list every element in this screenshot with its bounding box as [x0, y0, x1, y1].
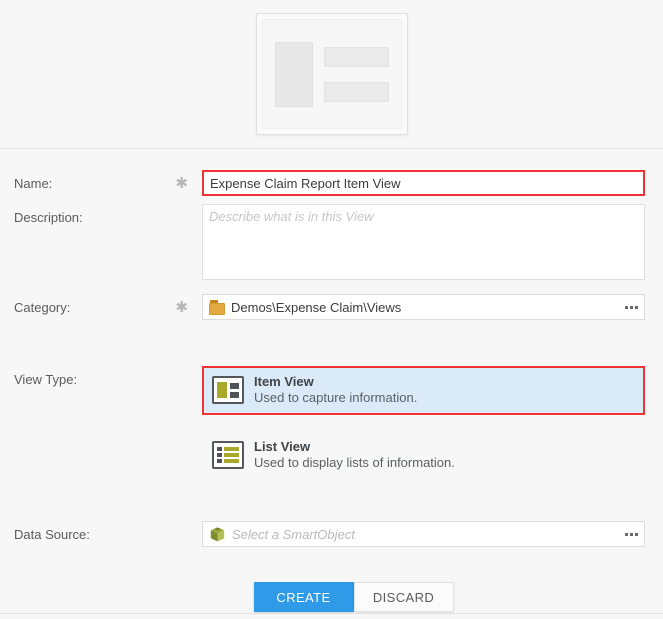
data-source-field-cell: Select a SmartObject	[202, 521, 645, 547]
description-label: Description:	[14, 210, 83, 225]
category-label: Category:	[14, 300, 70, 315]
form-action-bar: CREATE DISCARD	[0, 582, 663, 612]
data-source-label: Data Source:	[14, 527, 90, 542]
description-label-cell: Description:	[14, 204, 202, 229]
list-view-text: List View Used to display lists of infor…	[254, 439, 455, 472]
create-view-form: Name: ✱ Description: Category: ✱ Demos\E…	[0, 170, 663, 612]
folder-icon	[209, 300, 225, 315]
item-view-description: Used to capture information.	[254, 390, 417, 406]
name-label-cell: Name: ✱	[14, 170, 202, 195]
form-row-category: Category: ✱ Demos\Expense Claim\Views	[0, 294, 663, 320]
item-view-icon	[212, 376, 244, 404]
discard-button[interactable]: DISCARD	[354, 582, 454, 612]
data-source-browse-button[interactable]	[620, 523, 642, 545]
form-row-data-source: Data Source: Select a SmartObject	[0, 521, 663, 547]
form-row-description: Description:	[0, 204, 663, 283]
list-view-title: List View	[254, 439, 455, 455]
category-label-cell: Category: ✱	[14, 294, 202, 319]
category-field-cell: Demos\Expense Claim\Views	[202, 294, 645, 320]
view-preview-area	[0, 0, 663, 149]
view-type-label-cell: View Type:	[14, 366, 202, 391]
data-source-picker[interactable]: Select a SmartObject	[202, 521, 645, 547]
category-required-asterisk: ✱	[175, 297, 188, 319]
name-field-cell	[202, 170, 645, 196]
item-view-title: Item View	[254, 374, 417, 390]
thumbnail-image-placeholder	[275, 42, 313, 107]
bottom-divider	[0, 613, 663, 614]
form-row-view-type: View Type: Item View Used to capture inf…	[0, 366, 663, 479]
view-type-option-item-view[interactable]: Item View Used to capture information.	[202, 366, 645, 415]
thumbnail-line-group	[324, 47, 389, 102]
category-browse-button[interactable]	[620, 296, 642, 318]
create-button[interactable]: CREATE	[254, 582, 354, 612]
form-row-name: Name: ✱	[0, 170, 663, 196]
view-type-label: View Type:	[14, 372, 77, 387]
category-picker[interactable]: Demos\Expense Claim\Views	[202, 294, 645, 320]
thumbnail-canvas	[262, 19, 402, 129]
list-view-description: Used to display lists of information.	[254, 455, 455, 471]
description-field-cell	[202, 204, 645, 283]
description-textarea[interactable]	[202, 204, 645, 280]
category-value: Demos\Expense Claim\Views	[225, 300, 620, 315]
name-label: Name:	[14, 176, 52, 191]
view-type-option-list-view[interactable]: List View Used to display lists of infor…	[202, 431, 645, 480]
data-source-placeholder: Select a SmartObject	[226, 527, 620, 542]
item-view-text: Item View Used to capture information.	[254, 374, 417, 407]
smartobject-cube-icon	[209, 526, 226, 543]
data-source-label-cell: Data Source:	[14, 521, 202, 546]
list-view-icon	[212, 441, 244, 469]
name-input[interactable]	[202, 170, 645, 196]
view-type-options: Item View Used to capture information. L…	[202, 366, 645, 479]
thumbnail-line	[324, 47, 389, 67]
name-required-asterisk: ✱	[175, 173, 188, 195]
thumbnail-line	[324, 82, 389, 102]
item-view-preview-thumbnail	[256, 13, 408, 135]
